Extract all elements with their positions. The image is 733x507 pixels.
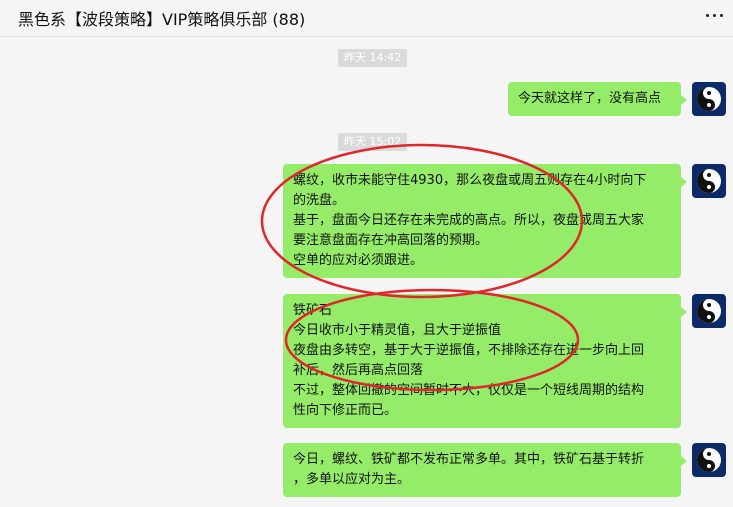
- message-line: 今日，螺纹、铁矿都不发布正常多单。其中，铁矿石基于转折: [293, 452, 645, 467]
- message-bubble[interactable]: 螺纹，收市未能守住4930，那么夜盘或周五则存在4小时向下 的洗盘。 基于，盘面…: [283, 164, 687, 278]
- message-line: 补后，然后再高点回落: [293, 363, 424, 378]
- message-bubble[interactable]: 今日，螺纹、铁矿都不发布正常多单。其中，铁矿石基于转折 ，多单以应对为主。: [283, 443, 687, 497]
- message-line: 不过，整体回撤的空间暂时不大，仅仅是一个短线周期的结构: [293, 383, 645, 398]
- message-line: 螺纹，收市未能守住4930，那么夜盘或周五则存在4小时向下: [293, 173, 647, 188]
- message-line: 基于，盘面今日还存在未完成的高点。所以，夜盘或周五大家: [293, 213, 645, 228]
- message-list[interactable]: 昨天 14:42 今天就这样了，没有高点 昨天 15:02 螺纹，收市未能守住4…: [0, 37, 733, 507]
- message-line: 夜盘由多转空，基于大于逆振值，不排除还存在进一步向上回: [293, 343, 645, 358]
- timestamp: 昨天 14:42: [338, 49, 408, 67]
- message-bubble[interactable]: 今天就这样了，没有高点: [508, 82, 687, 116]
- yin-yang-icon[interactable]: [692, 443, 726, 477]
- message-line: 今天就这样了，没有高点: [518, 91, 662, 106]
- chat-header: 黑色系【波段策略】VIP策略俱乐部 (88): [0, 0, 733, 37]
- message-bubble[interactable]: 铁矿石 今日收市小于精灵值，且大于逆振值 夜盘由多转空，基于大于逆振值，不排除还…: [283, 294, 687, 428]
- timestamp: 昨天 15:02: [338, 133, 408, 151]
- yin-yang-icon[interactable]: [692, 82, 726, 116]
- yin-yang-icon[interactable]: [692, 164, 726, 198]
- yin-yang-icon[interactable]: [692, 294, 726, 328]
- message-line: 铁矿石: [293, 303, 333, 318]
- message-line: 要注意盘面存在冲高回落的预期。: [293, 233, 489, 248]
- message-line: ，多单以应对为主。: [293, 472, 411, 487]
- chat-title: 黑色系【波段策略】VIP策略俱乐部 (88): [18, 10, 306, 29]
- message-line: 空单的应对必须跟进。: [293, 253, 424, 268]
- more-dots-icon[interactable]: [706, 14, 726, 20]
- message-line: 性向下修正而已。: [293, 403, 398, 418]
- message-line: 的洗盘。: [293, 193, 346, 208]
- message-line: 今日收市小于精灵值，且大于逆振值: [293, 323, 502, 338]
